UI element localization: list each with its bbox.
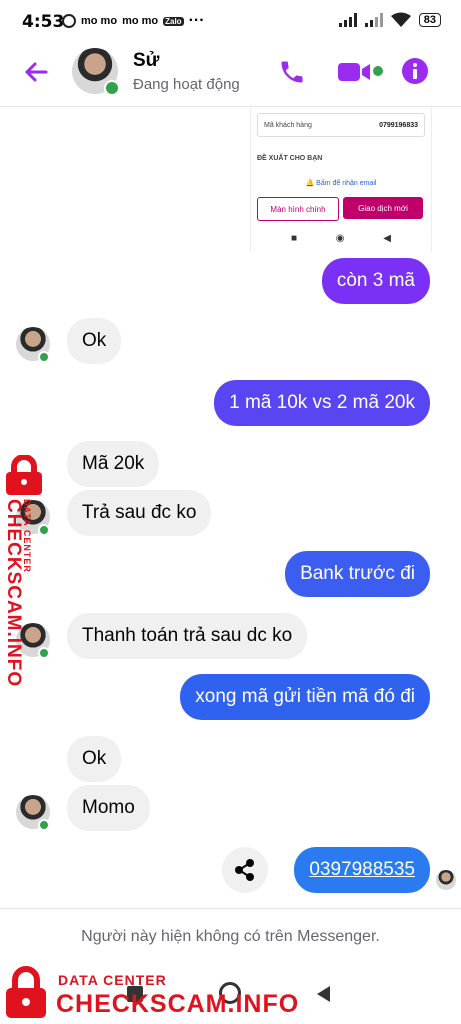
section-title: ĐỀ XUẤT CHO BẠN	[257, 155, 323, 162]
new-transaction-button: Giao dịch mới	[343, 197, 423, 219]
watermark-sub: DATA CENTER	[58, 972, 167, 988]
bell-icon: 🔔	[305, 180, 315, 187]
outgoing-message[interactable]: 1 mã 10k vs 2 mã 20k	[214, 380, 430, 426]
incoming-message[interactable]: Thanh toán trả sau dc ko	[67, 613, 308, 659]
screenshot-nav-bar: ■ ◉ ◀	[291, 233, 391, 244]
video-active-indicator	[373, 66, 383, 76]
incoming-message[interactable]: Trả sau đc ko	[67, 490, 212, 536]
outgoing-message[interactable]: còn 3 mã	[321, 258, 430, 304]
watermark-bottom: DATA CENTER CHECKSCAM.INFO	[0, 962, 300, 1024]
momo-notification-icon: mo mo	[122, 15, 159, 27]
back-icon: ◀	[383, 233, 391, 244]
phone-call-icon[interactable]	[278, 58, 306, 86]
wifi-icon	[390, 12, 411, 27]
online-indicator	[38, 351, 50, 363]
phone-number-link[interactable]: 0397988535	[294, 847, 430, 893]
outgoing-message[interactable]: Bank trước đi	[285, 551, 430, 597]
contact-status: Đang hoạt động	[133, 76, 240, 93]
watermark-main: CHECKSCAM.INFO	[3, 499, 24, 688]
home-screen-button: Màn hình chính	[257, 197, 339, 221]
incoming-message[interactable]: Mã 20k	[67, 441, 160, 487]
watermark-main: CHECKSCAM.INFO	[56, 990, 300, 1018]
home-icon: ◉	[335, 233, 345, 244]
signal-icon	[338, 12, 357, 27]
email-text: Bấm để nhận email	[316, 180, 377, 187]
online-indicator	[104, 80, 120, 96]
momo-notification-icon: mo mo	[81, 15, 118, 27]
recents-icon: ■	[291, 233, 298, 244]
unavailable-notice: Người này hiện không có trên Messenger.	[0, 908, 461, 965]
video-call-icon[interactable]	[338, 60, 372, 84]
message-list: Mã khách hàng 0799196833 ĐỀ XUẤT CHO BẠN…	[0, 107, 461, 907]
incoming-message[interactable]: Ok	[67, 736, 122, 782]
incoming-message[interactable]: Ok	[67, 318, 122, 364]
zalo-notification-icon: Zalo	[163, 16, 184, 26]
back-button[interactable]	[314, 984, 332, 1004]
incoming-message[interactable]: Momo	[67, 785, 150, 831]
status-bar: 4:53 mo mo mo mo Zalo ··· 83	[0, 0, 461, 42]
info-icon[interactable]	[401, 57, 429, 85]
alarm-icon	[62, 14, 76, 28]
read-receipt-avatar	[436, 870, 456, 890]
signal-icon	[364, 12, 383, 27]
share-icon	[235, 859, 254, 881]
share-button[interactable]	[222, 847, 268, 893]
more-notifications-icon: ···	[188, 12, 205, 29]
shared-screenshot-image[interactable]: Mã khách hàng 0799196833 ĐỀ XUẤT CHO BẠN…	[250, 107, 432, 252]
customer-code-row: Mã khách hàng 0799196833	[257, 113, 425, 137]
back-arrow-icon[interactable]	[20, 56, 52, 88]
email-link: 🔔 Bấm để nhận email	[251, 179, 431, 187]
outgoing-message[interactable]: xong mã gửi tiền mã đó đi	[180, 674, 430, 720]
lock-icon	[6, 966, 46, 1018]
field-value: 0799196833	[379, 121, 418, 129]
chat-header: Sử Đang hoạt động	[0, 42, 461, 107]
contact-name[interactable]: Sử	[133, 50, 159, 72]
battery-icon: 83	[418, 12, 441, 27]
lock-icon	[6, 455, 42, 495]
notification-icons: mo mo mo mo Zalo ···	[62, 12, 205, 30]
online-indicator	[38, 819, 50, 831]
field-label: Mã khách hàng	[264, 121, 312, 129]
clock: 4:53	[22, 12, 65, 32]
watermark-side: DATA CENTER CHECKSCAM.INFO	[0, 455, 50, 687]
system-icons: 83	[338, 12, 441, 27]
